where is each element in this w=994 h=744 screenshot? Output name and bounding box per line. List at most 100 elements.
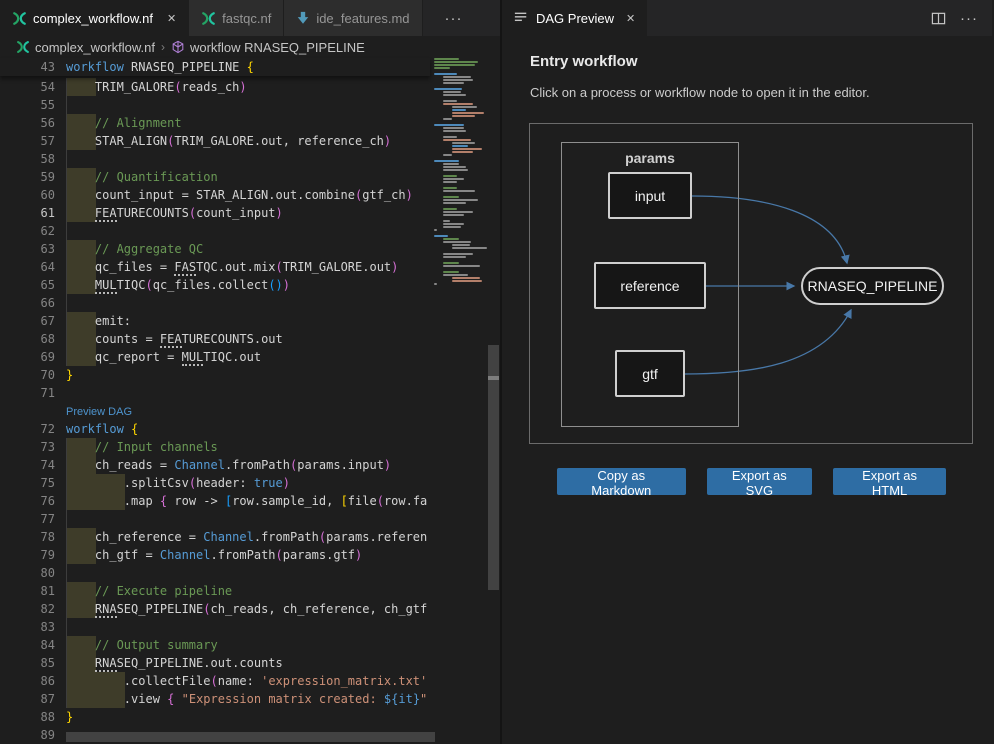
line-number: 79: [0, 546, 66, 564]
minimap-line: [434, 67, 450, 69]
tab-dag-preview[interactable]: DAG Preview ✕: [502, 0, 647, 36]
minimap-line: [443, 130, 466, 132]
more-actions-ellipsis-icon[interactable]: ···: [960, 10, 978, 27]
minimap-line: [443, 103, 473, 105]
export-as-svg-button[interactable]: Export as SVG: [707, 468, 813, 495]
line-content: RNASEQ_PIPELINE.out.counts: [66, 654, 430, 672]
app-window: complex_workflow.nf ✕ fastqc.nf ide_feat…: [0, 0, 994, 744]
dag-node-reference[interactable]: reference: [594, 262, 706, 309]
minimap-line: [452, 244, 470, 246]
minimap-line: [443, 223, 464, 225]
code-line: 72workflow {: [0, 420, 430, 438]
line-number: 87: [0, 690, 66, 708]
line-number: 54: [0, 78, 66, 96]
minimap-line: [443, 181, 457, 183]
code-line: 55: [0, 96, 430, 114]
minimap-line: [443, 154, 452, 156]
horizontal-scrollbar-thumb[interactable]: [66, 732, 435, 742]
line-number: 61: [0, 204, 66, 222]
minimap-line: [434, 124, 464, 126]
line-content: .view { "Expression matrix created: ${it…: [66, 690, 430, 708]
line-number: 76: [0, 492, 66, 510]
line-content: ch_gtf = Channel.fromPath(params.gtf): [66, 546, 430, 564]
minimap-line: [443, 214, 464, 216]
minimap-line: [452, 112, 484, 114]
line-number: 64: [0, 258, 66, 276]
minimap-line: [443, 256, 466, 258]
tab-ide-features[interactable]: ide_features.md: [284, 0, 422, 36]
code-line: 80: [0, 564, 430, 582]
split-editor-icon[interactable]: [931, 11, 946, 26]
line-number: 86: [0, 672, 66, 690]
dag-node-gtf[interactable]: gtf: [615, 350, 685, 397]
minimap-line: [443, 190, 475, 192]
indent-guide: [66, 294, 67, 312]
minimap-line: [443, 82, 464, 84]
breadcrumb-symbol[interactable]: workflow RNASEQ_PIPELINE: [190, 40, 365, 55]
code-line: 83: [0, 618, 430, 636]
minimap-line: [443, 79, 473, 81]
line-number: 57: [0, 132, 66, 150]
minimap-line: [443, 136, 457, 138]
code-line: 88}: [0, 708, 430, 726]
code-line: 78ch_reference = Channel.fromPath(params…: [0, 528, 430, 546]
tab-fastqc[interactable]: fastqc.nf: [189, 0, 284, 36]
line-content: .map { row -> [row.sample_id, [file(row.…: [66, 492, 430, 510]
dag-node-input[interactable]: input: [608, 172, 692, 219]
minimap-line: [443, 166, 466, 168]
editor-pane: complex_workflow.nf ✕ fastqc.nf ide_feat…: [0, 0, 502, 744]
line-number: 60: [0, 186, 66, 204]
line-number: 75: [0, 474, 66, 492]
line-content: [66, 294, 430, 312]
line-content: MULTIQC(qc_files.collect()): [66, 276, 430, 294]
export-as-html-button[interactable]: Export as HTML: [833, 468, 946, 495]
code-editor[interactable]: 43workflow RNASEQ_PIPELINE { 54TRIM_GALO…: [0, 58, 500, 744]
dag-node-rnaseq-pipeline[interactable]: RNASEQ_PIPELINE: [801, 267, 944, 305]
tab-complex-workflow[interactable]: complex_workflow.nf ✕: [0, 0, 189, 36]
markdown-file-icon: [296, 11, 310, 25]
tab-overflow-ellipsis-icon[interactable]: ···: [445, 0, 463, 36]
code-line: 77: [0, 510, 430, 528]
line-content: [66, 510, 430, 528]
line-content: workflow RNASEQ_PIPELINE {: [66, 58, 430, 76]
panel-actions: ···: [931, 0, 992, 36]
minimap-line: [434, 58, 459, 60]
code-line: 63// Aggregate QC: [0, 240, 430, 258]
minimap-line: [452, 280, 482, 282]
codelens-preview-dag-link[interactable]: Preview DAG: [66, 406, 132, 418]
vertical-scrollbar[interactable]: [487, 58, 500, 744]
sticky-scroll-line[interactable]: 43workflow RNASEQ_PIPELINE {: [0, 58, 430, 76]
code-line: 43workflow RNASEQ_PIPELINE {: [0, 58, 430, 76]
line-number: 83: [0, 618, 66, 636]
line-number: 65: [0, 276, 66, 294]
breadcrumb-file[interactable]: complex_workflow.nf: [35, 40, 155, 55]
indent-guide: [66, 96, 67, 114]
line-number: 73: [0, 438, 66, 456]
line-content: // Execute pipeline: [66, 582, 430, 600]
line-content: workflow {: [66, 420, 430, 438]
vertical-scrollbar-thumb[interactable]: [488, 345, 499, 590]
code-line: 70}: [0, 366, 430, 384]
minimap-line: [443, 127, 464, 129]
minimap-line: [443, 211, 473, 213]
minimap-line: [452, 277, 480, 279]
line-number: 71: [0, 384, 66, 402]
line-content: }: [66, 366, 430, 384]
copy-as-markdown-button[interactable]: Copy as Markdown: [557, 468, 686, 495]
minimap-line: [443, 139, 471, 141]
minimap-line: [443, 238, 459, 240]
line-number: 84: [0, 636, 66, 654]
line-number: 67: [0, 312, 66, 330]
line-content: ch_reads = Channel.fromPath(params.input…: [66, 456, 430, 474]
line-content: // Quantification: [66, 168, 430, 186]
horizontal-scrollbar[interactable]: [0, 732, 500, 743]
code-line: 87.view { "Expression matrix created: ${…: [0, 690, 430, 708]
minimap[interactable]: [430, 58, 487, 744]
indent-guide: [66, 150, 67, 168]
close-icon[interactable]: ✕: [167, 12, 176, 25]
minimap-line: [443, 76, 471, 78]
tab-label: ide_features.md: [316, 11, 409, 26]
panel-content: Entry workflow Click on a process or wor…: [502, 36, 992, 495]
close-icon[interactable]: ✕: [626, 12, 635, 25]
line-content: TRIM_GALORE(reads_ch): [66, 78, 430, 96]
